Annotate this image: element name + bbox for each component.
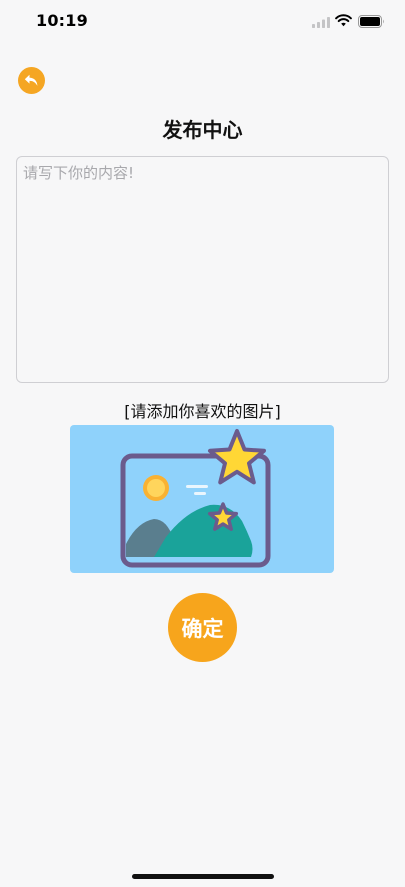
page-title: 发布中心: [162, 118, 243, 142]
confirm-button[interactable]: 确定: [168, 593, 237, 662]
cellular-signal-icon: [312, 17, 330, 28]
back-arrow-icon: [24, 74, 38, 86]
image-hint-label: [请添加你喜欢的图片]: [124, 402, 281, 421]
status-bar: 10:19: [0, 0, 405, 46]
status-time: 10:19: [36, 11, 88, 30]
back-button[interactable]: [18, 67, 45, 94]
home-indicator: [132, 874, 274, 879]
add-image-button[interactable]: [70, 425, 334, 573]
battery-icon: [358, 15, 384, 28]
image-placeholder-icon: [120, 429, 271, 568]
wifi-icon: [335, 14, 352, 27]
content-textarea[interactable]: [16, 156, 389, 383]
publish-screen: 10:19 发布中心 [请添加你喜欢的图片]: [0, 0, 405, 887]
